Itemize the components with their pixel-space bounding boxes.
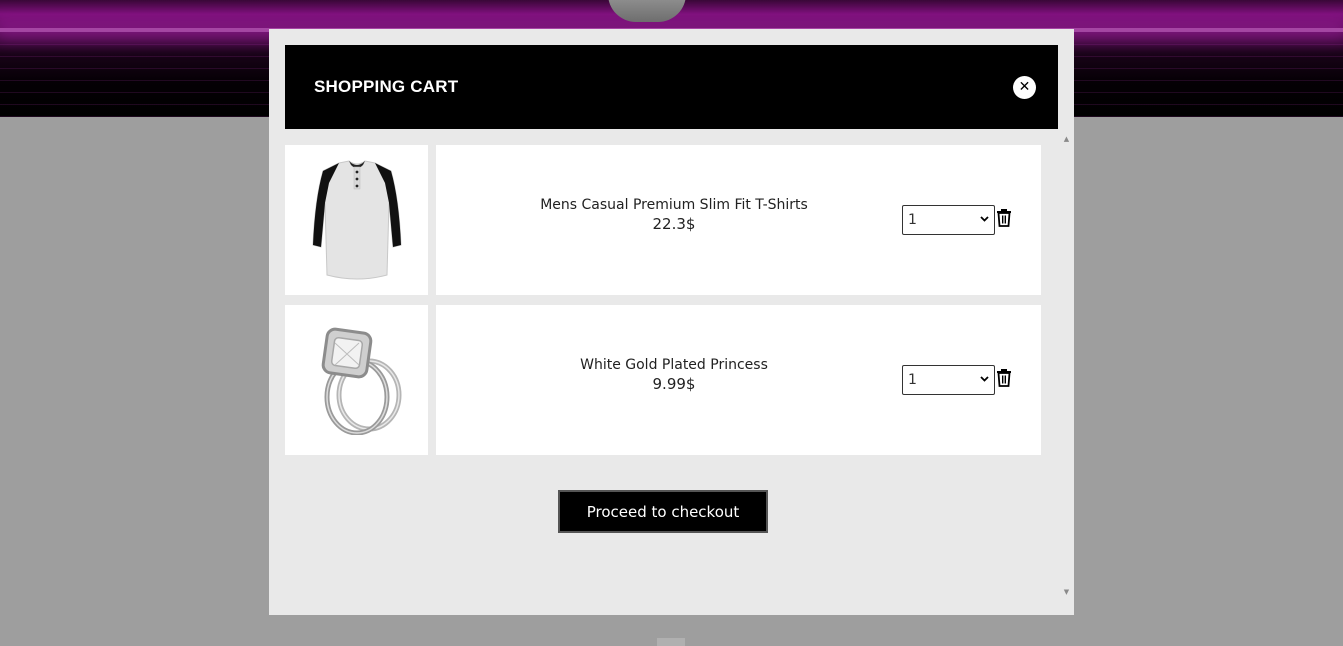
- cart-items-list[interactable]: Mens Casual Premium Slim Fit T-Shirts 22…: [285, 129, 1069, 599]
- item-price: 9.99$: [652, 375, 696, 393]
- quantity-value: 1: [908, 212, 917, 228]
- quantity-select[interactable]: 1: [902, 365, 995, 395]
- shopping-cart-modal: SHOPPING CART ✕ Mens Casual Premium Slim…: [269, 29, 1074, 615]
- chevron-down-icon: [980, 375, 989, 385]
- item-price: 22.3$: [652, 215, 696, 233]
- item-name: Mens Casual Premium Slim Fit T-Shirts: [540, 197, 808, 213]
- cart-item: Mens Casual Premium Slim Fit T-Shirts 22…: [285, 145, 1041, 295]
- trash-icon: [997, 209, 1011, 227]
- background-element: [657, 638, 685, 646]
- hero-product-image: [608, 0, 686, 22]
- quantity-select[interactable]: 1: [902, 205, 995, 235]
- cart-item: White Gold Plated Princess 9.99$ 1: [285, 305, 1041, 455]
- remove-item-button[interactable]: [995, 368, 1013, 388]
- item-name: White Gold Plated Princess: [580, 357, 768, 373]
- chevron-down-icon: [980, 215, 989, 225]
- quantity-value: 1: [908, 372, 917, 388]
- close-button[interactable]: ✕: [1013, 75, 1036, 99]
- product-thumbnail: [285, 305, 428, 455]
- item-info: Mens Casual Premium Slim Fit T-Shirts 22…: [436, 145, 912, 295]
- close-icon: ✕: [1018, 79, 1031, 95]
- trash-icon: [997, 369, 1011, 387]
- product-thumbnail: [285, 145, 428, 295]
- modal-title: SHOPPING CART: [314, 77, 459, 96]
- tshirt-image: [311, 160, 402, 280]
- scroll-down-arrow-icon[interactable]: ▼: [1058, 585, 1075, 599]
- ring-image: [321, 327, 401, 435]
- scrollbar[interactable]: ▲ ▼: [1058, 129, 1075, 599]
- cart-item-details: White Gold Plated Princess 9.99$ 1: [436, 305, 1041, 455]
- modal-header: SHOPPING CART ✕: [285, 45, 1058, 129]
- scroll-up-arrow-icon[interactable]: ▲: [1058, 132, 1075, 146]
- item-info: White Gold Plated Princess 9.99$: [436, 305, 912, 455]
- remove-item-button[interactable]: [995, 208, 1013, 228]
- proceed-to-checkout-button[interactable]: Proceed to checkout: [558, 490, 768, 533]
- cart-item-details: Mens Casual Premium Slim Fit T-Shirts 22…: [436, 145, 1041, 295]
